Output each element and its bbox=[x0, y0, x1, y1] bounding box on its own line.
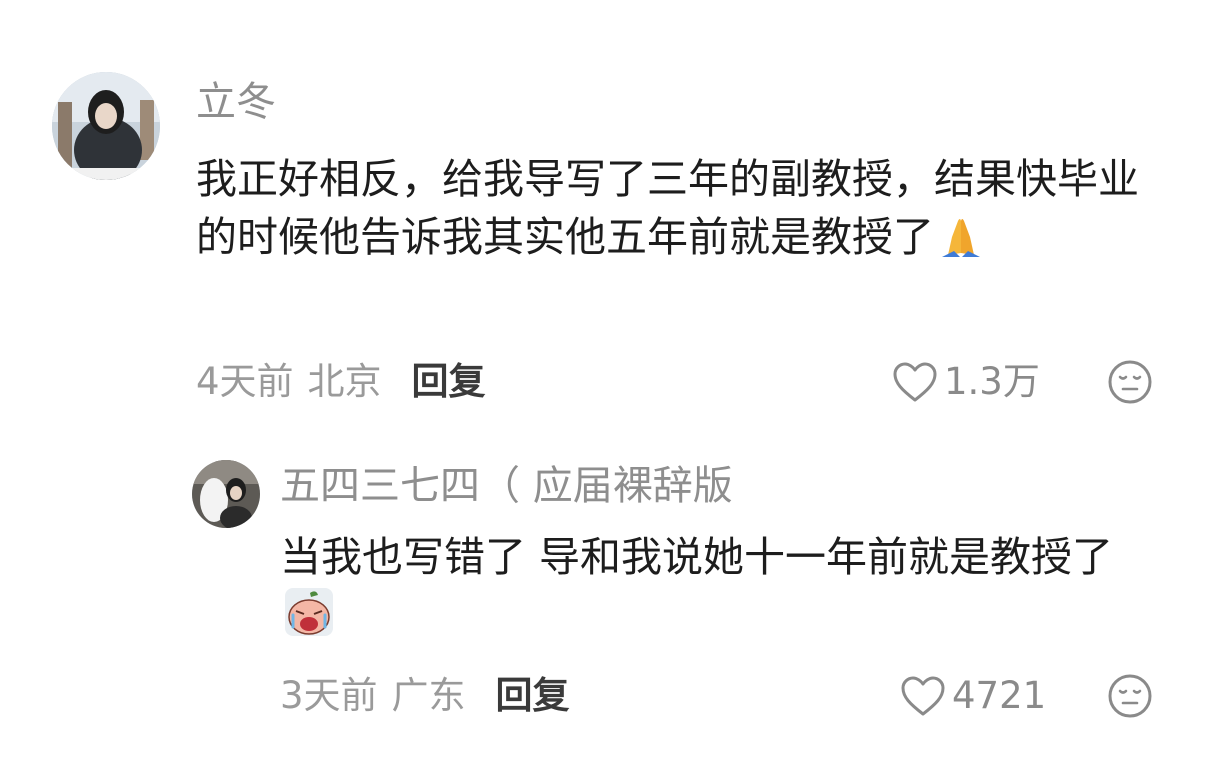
crying-face-sticker-icon bbox=[284, 587, 334, 652]
heart-icon bbox=[901, 676, 945, 716]
comment-time: 3天前 bbox=[280, 674, 378, 717]
like-count: 1.3万 bbox=[944, 360, 1040, 403]
comment-time: 4天前 bbox=[196, 360, 294, 403]
like-button[interactable]: 1.3万 bbox=[892, 360, 1040, 404]
comment-meta: 3天前 广东 回复 bbox=[280, 674, 570, 718]
reply-button[interactable]: 回复 bbox=[412, 360, 486, 404]
dislike-button[interactable] bbox=[1107, 359, 1153, 409]
avatar[interactable] bbox=[192, 460, 260, 528]
username[interactable]: 立冬 bbox=[196, 78, 276, 126]
comment-text-body: 我正好相反，给我导写了三年的副教授，结果快毕业的时候他告诉我其实他五年前就是教授… bbox=[196, 155, 1139, 261]
dislike-button[interactable] bbox=[1107, 673, 1153, 723]
comment-location: 北京 bbox=[307, 360, 382, 403]
heart-icon bbox=[893, 362, 937, 402]
like-button[interactable]: 4721 bbox=[900, 674, 1046, 718]
comment-text-body: 当我也写错了 导和我说她十一年前就是教授了 bbox=[280, 533, 1114, 581]
comment-meta: 4天前 北京 回复 bbox=[196, 360, 486, 404]
reply-button[interactable]: 回复 bbox=[496, 674, 570, 718]
username[interactable]: 五四三七四（ 应届裸辞版 bbox=[280, 462, 733, 510]
comment-location: 广东 bbox=[391, 674, 466, 717]
comment-text: 当我也写错了 导和我说她十一年前就是教授了 bbox=[280, 528, 1150, 652]
neutral-face-icon bbox=[1108, 674, 1152, 718]
folded-hands-icon bbox=[938, 213, 984, 274]
neutral-face-icon bbox=[1108, 360, 1152, 404]
like-count: 4721 bbox=[952, 674, 1047, 717]
avatar[interactable] bbox=[52, 72, 160, 180]
comment-text: 我正好相反，给我导写了三年的副教授，结果快毕业的时候他告诉我其实他五年前就是教授… bbox=[196, 150, 1146, 274]
